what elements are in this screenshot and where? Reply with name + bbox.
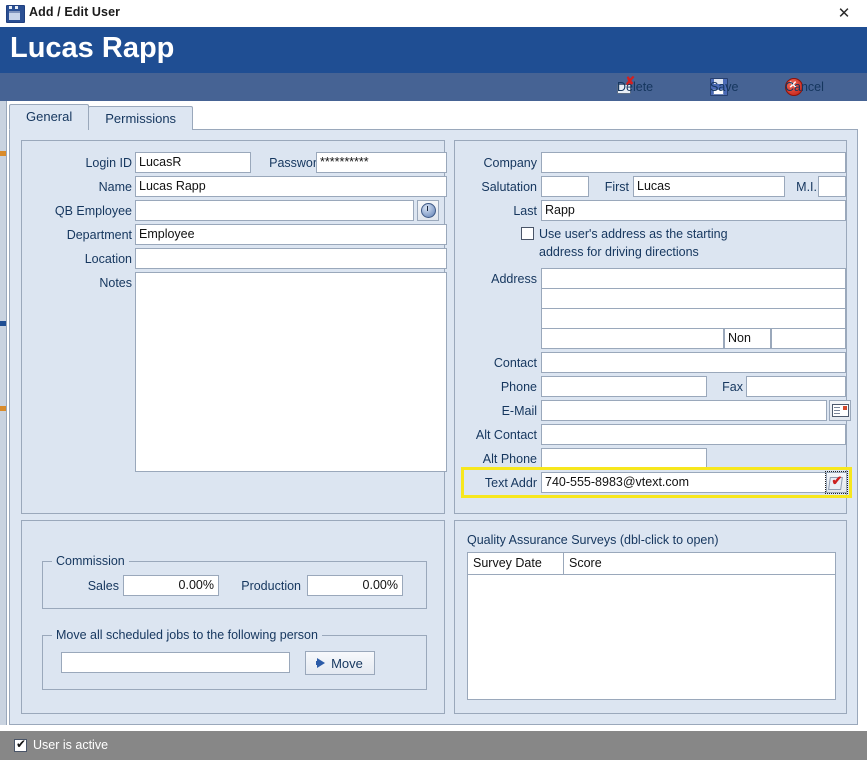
address-line1-input[interactable] bbox=[541, 268, 846, 289]
use-address-checkbox[interactable] bbox=[521, 227, 534, 240]
commission-group-caption: Commission bbox=[52, 554, 129, 568]
status-bar: User is active bbox=[0, 730, 867, 760]
qb-employee-label: QB Employee bbox=[54, 204, 132, 218]
address-label: Address bbox=[491, 272, 537, 286]
department-select[interactable]: Employee bbox=[135, 224, 447, 245]
salutation-select[interactable] bbox=[541, 176, 589, 197]
first-name-label: First bbox=[604, 180, 629, 194]
move-jobs-group: Move all scheduled jobs to the following… bbox=[42, 628, 427, 690]
address-line2-input[interactable] bbox=[541, 288, 846, 309]
user-is-active-checkbox[interactable] bbox=[14, 737, 27, 752]
sales-commission-input[interactable]: 0.00% bbox=[123, 575, 219, 596]
last-name-label: Last bbox=[513, 204, 537, 218]
alt-contact-label: Alt Contact bbox=[475, 428, 537, 442]
use-address-label-line2: address for driving directions bbox=[539, 245, 699, 259]
verify-check-icon bbox=[829, 473, 845, 490]
production-commission-input[interactable]: 0.00% bbox=[307, 575, 403, 596]
location-select[interactable] bbox=[135, 248, 447, 269]
last-name-input[interactable]: Rapp bbox=[541, 200, 846, 221]
email-send-button[interactable] bbox=[829, 400, 851, 421]
production-label: Production bbox=[241, 579, 301, 593]
location-label: Location bbox=[84, 252, 132, 266]
column-header-survey-date[interactable]: Survey Date bbox=[468, 553, 564, 574]
clock-icon bbox=[420, 203, 436, 218]
commission-panel: Commission Sales 0.00% Production 0.00% … bbox=[21, 520, 445, 714]
envelope-icon bbox=[831, 404, 849, 417]
address-line3-input[interactable] bbox=[541, 308, 846, 329]
text-addr-input[interactable]: 740-555-8983@vtext.com bbox=[541, 472, 827, 493]
middle-initial-label: M.I. bbox=[796, 180, 817, 194]
email-label: E-Mail bbox=[501, 404, 537, 418]
move-button-label: Move bbox=[331, 655, 363, 671]
address-city-select[interactable] bbox=[541, 328, 724, 349]
delete-button[interactable]: Delete bbox=[617, 75, 653, 97]
window-title: Add / Edit User bbox=[29, 5, 121, 19]
alt-phone-input[interactable] bbox=[541, 448, 707, 469]
move-jobs-group-caption: Move all scheduled jobs to the following… bbox=[52, 628, 322, 642]
tab-strip: General Permissions bbox=[9, 104, 194, 130]
email-input[interactable] bbox=[541, 400, 827, 421]
user-is-active-label: User is active bbox=[33, 738, 109, 752]
add-edit-user-window: Add / Edit User ✕ Lucas Rapp Delete Save… bbox=[0, 0, 867, 760]
save-button[interactable]: Save bbox=[710, 77, 739, 97]
surveys-grid-header: Survey Date Score bbox=[468, 553, 835, 575]
salutation-label: Salutation bbox=[481, 180, 537, 194]
title-bar: Add / Edit User ✕ bbox=[0, 0, 867, 28]
use-address-label-line1: Use user's address as the starting bbox=[539, 227, 728, 241]
notes-textarea[interactable] bbox=[135, 272, 447, 472]
general-tab-page: Login ID LucasR Password ********** Name… bbox=[9, 129, 858, 725]
surveys-title: Quality Assurance Surveys (dbl-click to … bbox=[467, 533, 719, 547]
password-label: Password bbox=[269, 156, 324, 170]
contact-panel: Company Salutation First Lucas M.I. Last… bbox=[454, 140, 852, 514]
close-icon[interactable]: ✕ bbox=[821, 0, 867, 26]
phone-input[interactable] bbox=[541, 376, 707, 397]
qb-employee-select[interactable] bbox=[135, 200, 414, 221]
contact-label: Contact bbox=[493, 356, 537, 370]
background-window-sliver bbox=[0, 27, 7, 725]
header-banner: Lucas Rapp bbox=[0, 27, 867, 73]
move-jobs-person-select[interactable] bbox=[61, 652, 290, 673]
save-button-label: Save bbox=[710, 80, 739, 94]
surveys-grid[interactable]: Survey Date Score bbox=[467, 552, 836, 700]
delete-button-label: Delete bbox=[617, 80, 654, 94]
password-input[interactable]: ********** bbox=[316, 152, 447, 173]
cancel-button[interactable]: Cancel bbox=[785, 77, 824, 97]
login-id-label: Login ID bbox=[85, 156, 132, 170]
company-input[interactable] bbox=[541, 152, 846, 173]
surveys-panel: Quality Assurance Surveys (dbl-click to … bbox=[454, 520, 847, 714]
alt-phone-label: Alt Phone bbox=[482, 452, 537, 466]
sales-label: Sales bbox=[87, 579, 119, 593]
contact-input[interactable] bbox=[541, 352, 846, 373]
qb-employee-history-button[interactable] bbox=[417, 200, 439, 221]
window-icon bbox=[6, 5, 25, 23]
tab-general[interactable]: General bbox=[9, 104, 90, 130]
name-label: Name bbox=[98, 180, 132, 194]
alt-contact-input[interactable] bbox=[541, 424, 846, 445]
account-panel: Login ID LucasR Password ********** Name… bbox=[21, 140, 447, 514]
text-addr-label: Text Addr bbox=[484, 476, 537, 490]
notes-label: Notes bbox=[99, 276, 132, 290]
move-button[interactable]: Move bbox=[305, 651, 375, 675]
command-bar: Delete Save Cancel bbox=[0, 73, 867, 101]
middle-initial-input[interactable] bbox=[818, 176, 846, 197]
address-country-select[interactable] bbox=[771, 328, 846, 349]
company-label: Company bbox=[483, 156, 538, 170]
phone-label: Phone bbox=[500, 380, 537, 394]
arrow-right-icon bbox=[316, 658, 326, 668]
commission-group: Commission Sales 0.00% Production 0.00% bbox=[42, 554, 427, 609]
column-header-score[interactable]: Score bbox=[564, 553, 835, 574]
address-region-select[interactable]: Non bbox=[724, 328, 771, 349]
login-id-input[interactable]: LucasR bbox=[135, 152, 251, 173]
fax-label: Fax bbox=[722, 380, 743, 394]
name-input[interactable]: Lucas Rapp bbox=[135, 176, 447, 197]
tab-permissions[interactable]: Permissions bbox=[88, 106, 194, 130]
cancel-button-label: Cancel bbox=[785, 80, 824, 94]
text-addr-verify-button[interactable] bbox=[825, 471, 848, 494]
fax-input[interactable] bbox=[746, 376, 846, 397]
page-title: Lucas Rapp bbox=[10, 32, 175, 64]
department-label: Department bbox=[66, 228, 132, 242]
first-name-input[interactable]: Lucas bbox=[633, 176, 785, 197]
